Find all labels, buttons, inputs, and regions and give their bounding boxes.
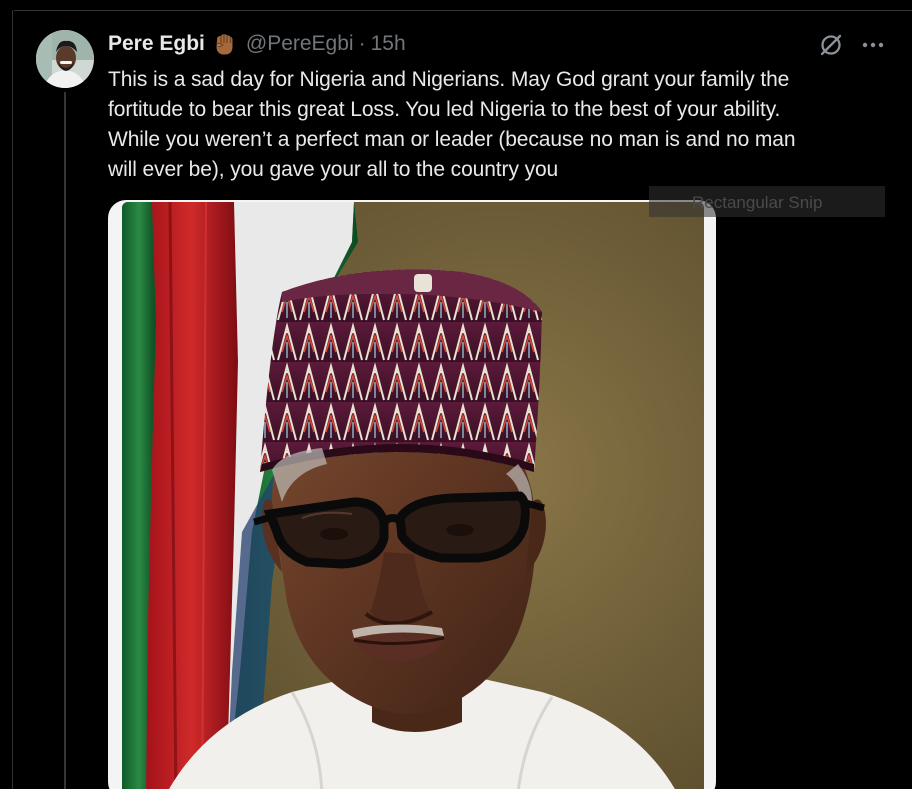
- more-options-icon[interactable]: [860, 34, 886, 56]
- post-text-line: This is a sad day for Nigeria and Nigeri…: [108, 68, 790, 91]
- thread-connector-line: [64, 92, 66, 789]
- timeline-left-divider: [12, 10, 13, 789]
- post-media-card[interactable]: [108, 200, 716, 789]
- avatar-image: [36, 30, 94, 88]
- post-text-line: will ever be), you gave your all to the …: [108, 158, 559, 181]
- post-text-line: fortitude to bear this great Loss. You l…: [108, 98, 781, 121]
- avatar[interactable]: [36, 30, 94, 88]
- author-handle[interactable]: @PereEgbi: [246, 32, 354, 56]
- author-display-name[interactable]: Pere Egbi: [108, 32, 205, 56]
- post-timestamp[interactable]: 15h: [371, 32, 406, 56]
- snip-tooltip-label: Rectangular Snip: [692, 193, 823, 212]
- portrait-photo-image: [122, 202, 704, 789]
- timeline-frame: Pere Egbi @PereEgbi · 15h This is a sad …: [0, 0, 912, 789]
- header-separator: ·: [358, 32, 366, 55]
- post-text: This is a sad day for Nigeria and Nigeri…: [108, 65, 898, 185]
- post-photo[interactable]: [122, 202, 704, 789]
- post-header: Pere Egbi @PereEgbi · 15h: [108, 31, 406, 57]
- grok-icon[interactable]: [818, 32, 844, 58]
- raised-fist-emoji-icon: [211, 31, 237, 57]
- timeline-top-divider: [14, 10, 912, 11]
- post-text-line: While you weren’t a perfect man or leade…: [108, 128, 796, 151]
